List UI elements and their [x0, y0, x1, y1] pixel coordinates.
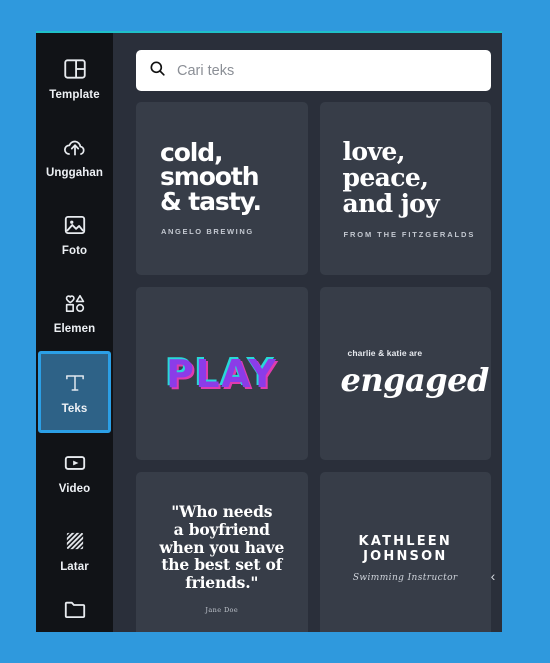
- elements-icon: [62, 290, 88, 316]
- text-template-card[interactable]: KATHLEEN JOHNSON Swimming Instructor: [319, 472, 491, 632]
- sidebar-item-video[interactable]: Video: [38, 433, 111, 511]
- text-template-card[interactable]: PLAY: [136, 287, 308, 460]
- card-quote-line: friends.": [185, 573, 259, 593]
- sidebar-item-elemen[interactable]: Elemen: [38, 273, 111, 351]
- text-template-card[interactable]: cold, smooth & tasty. ANGELO BREWING: [136, 102, 308, 275]
- card-subtitle: charlie & katie are: [347, 348, 423, 358]
- background-hatch-icon: [62, 528, 88, 554]
- card-quote: "Who needs a boyfriend when you have the…: [151, 501, 292, 593]
- card-title-line: and joy: [342, 188, 440, 218]
- card-quote-line: the best set of: [161, 555, 283, 575]
- sidebar-item-latar[interactable]: Latar: [38, 511, 111, 589]
- card-title: cold, smooth & tasty.: [146, 140, 262, 216]
- left-sidebar: Template Unggahan Foto Elemen Teks Video…: [36, 33, 113, 632]
- collapse-panel-chevron-left-icon[interactable]: ‹: [486, 564, 500, 588]
- sidebar-item-template[interactable]: Template: [38, 39, 111, 117]
- text-template-card[interactable]: charlie & katie are engaged!: [319, 287, 492, 460]
- search-box[interactable]: [136, 50, 491, 91]
- sidebar-item-label: Elemen: [53, 322, 96, 335]
- card-title: PLAY: [166, 351, 278, 396]
- text-template-card[interactable]: love, peace, and joy FROM THE FITZGERALD…: [319, 102, 491, 275]
- card-quote-line: "Who needs: [171, 501, 273, 521]
- card-title-line: peace,: [342, 162, 429, 192]
- sidebar-item-unggahan[interactable]: Unggahan: [38, 117, 111, 195]
- sidebar-item-label: Unggahan: [45, 166, 104, 179]
- sidebar-item-teks[interactable]: Teks: [38, 351, 111, 433]
- card-author: Jane Doe: [205, 606, 239, 615]
- text-t-icon: [62, 370, 88, 396]
- sidebar-item-foto[interactable]: Foto: [38, 195, 111, 273]
- card-quote-line: a boyfriend: [173, 519, 270, 539]
- sidebar-item-label: Latar: [60, 560, 89, 573]
- card-quote-line: when you have: [159, 537, 285, 557]
- search-row: [113, 33, 502, 102]
- card-title-line: & tasty.: [160, 186, 262, 216]
- text-template-card[interactable]: "Who needs a boyfriend when you have the…: [136, 472, 308, 632]
- card-subtitle: ANGELO BREWING: [161, 226, 254, 236]
- template-icon: [62, 56, 88, 82]
- search-icon: [148, 59, 167, 83]
- sidebar-item-label: Teks: [61, 402, 88, 415]
- card-title: KATHLEEN JOHNSON: [358, 534, 452, 564]
- folder-icon: [62, 596, 88, 622]
- text-templates-panel: cold, smooth & tasty. ANGELO BREWING lov…: [113, 33, 502, 632]
- canva-editor-panel: Template Unggahan Foto Elemen Teks Video…: [36, 31, 502, 632]
- card-title-line: love,: [342, 136, 406, 166]
- card-subtitle: Swimming Instructor: [352, 573, 458, 583]
- photo-icon: [62, 212, 88, 238]
- card-title: engaged!: [340, 361, 492, 399]
- sidebar-item-label: Video: [58, 482, 91, 495]
- card-title: love, peace, and joy: [330, 136, 440, 218]
- text-template-grid: cold, smooth & tasty. ANGELO BREWING lov…: [113, 102, 502, 632]
- card-title-line: smooth: [160, 162, 260, 192]
- card-subtitle: FROM THE FITZGERALDS: [343, 229, 476, 239]
- search-input[interactable]: [177, 62, 479, 79]
- sidebar-item-label: Template: [49, 88, 100, 101]
- sidebar-item-label: Foto: [61, 244, 88, 257]
- upload-cloud-icon: [62, 134, 88, 160]
- video-icon: [62, 450, 88, 476]
- sidebar-item-folder[interactable]: [38, 589, 111, 629]
